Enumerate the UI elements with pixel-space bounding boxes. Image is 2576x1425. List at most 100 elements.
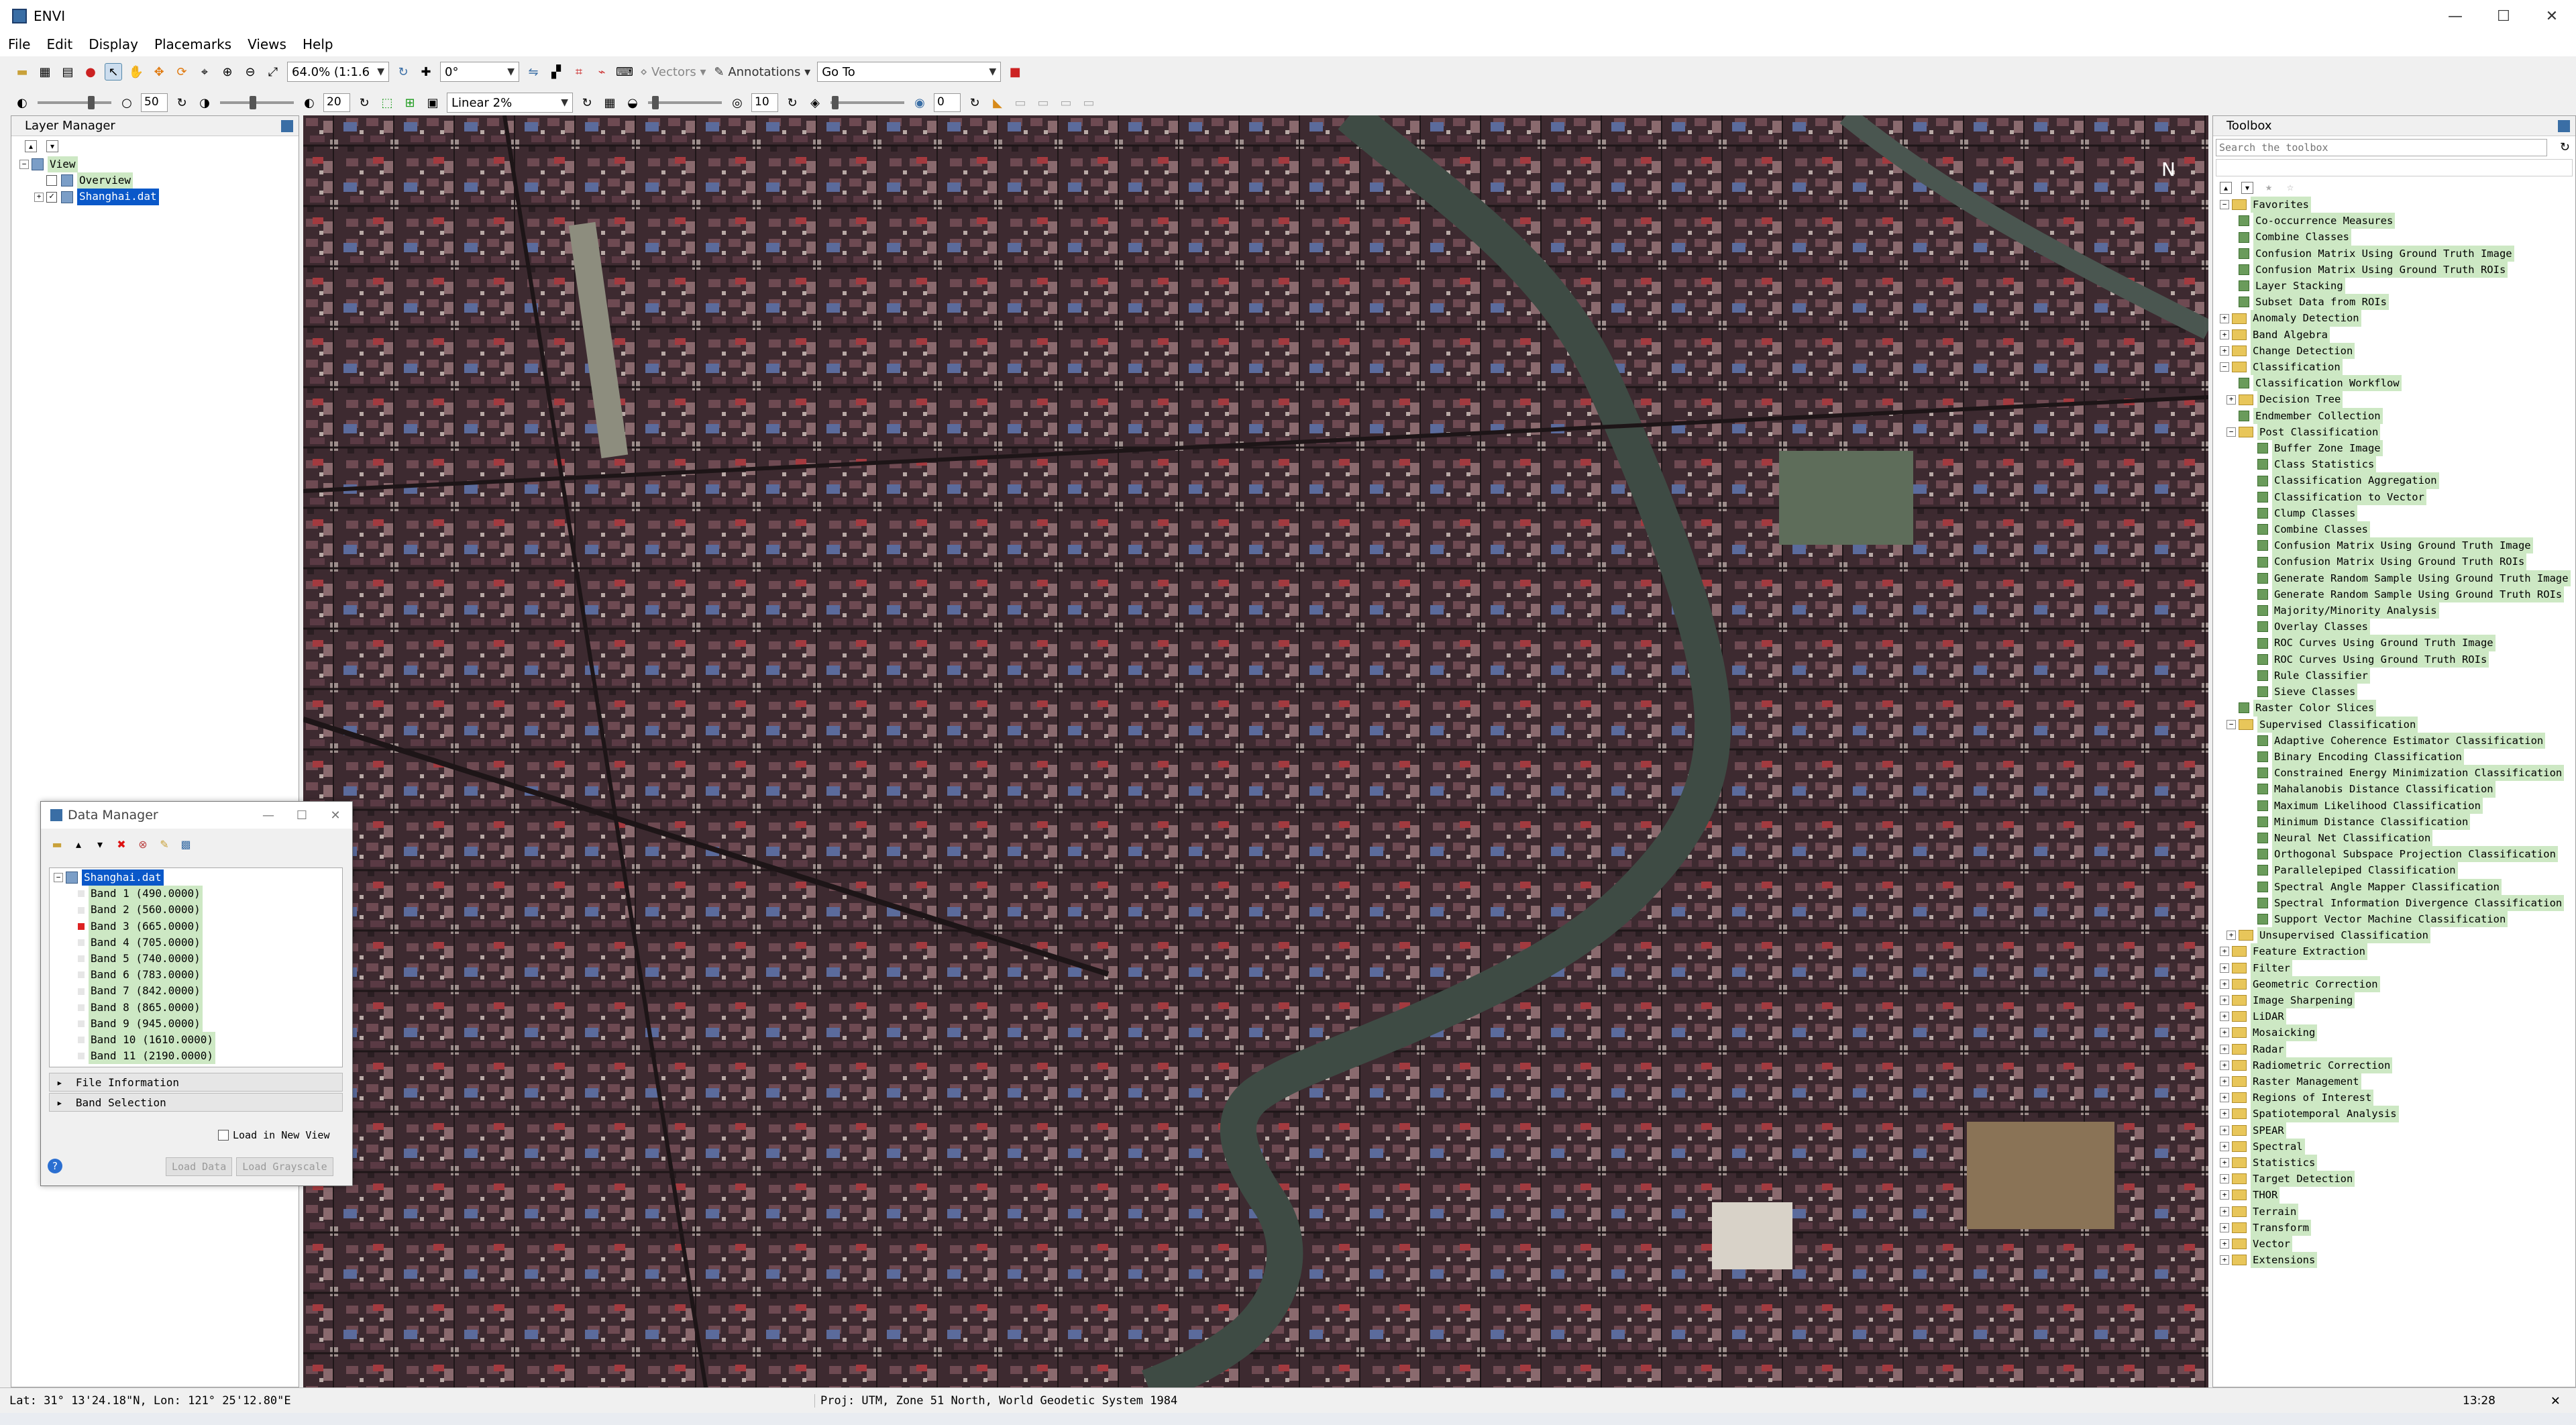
unfavorite-star-icon[interactable]: ☆ (2284, 182, 2296, 194)
toolbox-category[interactable]: + SPEAR (2220, 1122, 2575, 1139)
post-classification-item[interactable]: Combine Classes (2220, 521, 2575, 538)
open-folder-icon[interactable]: ▬ (13, 63, 31, 81)
overview-checkbox[interactable] (46, 175, 57, 187)
collapse-icon[interactable]: − (2226, 720, 2236, 729)
expand-icon[interactable]: + (2226, 931, 2236, 941)
post-classification-item[interactable]: Confusion Matrix Using Ground Truth ROIs (2220, 553, 2575, 570)
expand-icon[interactable]: + (2220, 1109, 2229, 1119)
favorite-star-icon[interactable]: ★ (2263, 182, 2275, 194)
expand-icon[interactable]: + (2220, 330, 2229, 339)
post-classification-item[interactable]: Clump Classes (2220, 505, 2575, 522)
goto-pdf-icon[interactable]: ■ (1006, 63, 1024, 81)
expand-icon[interactable]: + (2220, 1028, 2229, 1038)
post-classification-item[interactable]: Classification Aggregation (2220, 472, 2575, 489)
load-new-view-checkbox[interactable] (218, 1130, 229, 1141)
fly-icon[interactable]: ✥ (150, 63, 168, 81)
dm-minimize-button[interactable]: — (252, 802, 285, 829)
collapse-all-icon[interactable]: ▴ (25, 140, 37, 152)
band-item[interactable]: Band 5 (740.0000) (54, 951, 338, 967)
dm-expand-icon[interactable]: ▾ (93, 837, 107, 851)
blend-icon[interactable]: ▭ (1080, 94, 1097, 111)
maximize-button[interactable]: ☐ (2479, 0, 2528, 32)
expand-icon[interactable]: + (2220, 980, 2229, 989)
toolbox-category[interactable]: + Extensions (2220, 1252, 2575, 1269)
supervised-classification-item[interactable]: Neural Net Classification (2220, 829, 2575, 847)
band-item[interactable]: Band 3 (665.0000) (54, 918, 338, 935)
collapse-icon[interactable]: − (2220, 200, 2229, 210)
help-icon[interactable]: ? (48, 1159, 62, 1173)
toolbox-category[interactable]: + Geometric Correction (2220, 975, 2575, 992)
expand-icon[interactable]: + (2220, 947, 2229, 957)
raster-color-slices[interactable]: Raster Color Slices (2220, 700, 2575, 717)
band-item[interactable]: Band 2 (560.0000) (54, 902, 338, 918)
unsupervised-classification-folder[interactable]: + Unsupervised Classification (2220, 927, 2575, 944)
load-data-button[interactable]: Load Data (166, 1157, 233, 1176)
supervised-classification-item[interactable]: Minimum Distance Classification (2220, 813, 2575, 830)
expand-icon[interactable]: + (2220, 996, 2229, 1006)
transparency-value[interactable]: 0 (934, 93, 961, 112)
favorite-item[interactable]: Co-occurrence Measures (2220, 213, 2575, 229)
collapse-icon[interactable]: − (2220, 362, 2229, 372)
favorite-item[interactable]: Layer Stacking (2220, 278, 2575, 295)
layout-icon[interactable]: ▤ (59, 63, 76, 81)
dm-file-collapse-icon[interactable]: − (54, 873, 63, 883)
toolbox-category[interactable]: + Spatiotemporal Analysis (2220, 1106, 2575, 1122)
annotations-menu[interactable]: ✎ Annotations ▾ (714, 65, 811, 79)
toolbox-category[interactable]: + THOR (2220, 1187, 2575, 1204)
data-manager-icon[interactable]: ▦ (36, 63, 54, 81)
chart-icon[interactable]: ▞ (547, 63, 565, 81)
sharpen-reset-icon[interactable]: ◎ (729, 94, 746, 111)
expand-icon[interactable]: + (2220, 1093, 2229, 1103)
layer-shanghai-node[interactable]: + ✓ Shanghai.dat (19, 189, 299, 205)
expand-icon[interactable]: + (2220, 1061, 2229, 1070)
expand-icon[interactable]: + (2220, 1190, 2229, 1200)
toolbox-category[interactable]: + Statistics (2220, 1154, 2575, 1171)
stretch-settings-icon[interactable]: ▦ (601, 94, 619, 111)
dm-close-file-icon[interactable]: ✖ (115, 837, 128, 851)
image-view[interactable]: N (303, 115, 2208, 1387)
toolbox-category[interactable]: + Radiometric Correction (2220, 1057, 2575, 1073)
expand-icon[interactable]: + (2220, 1142, 2229, 1151)
favorite-item[interactable]: Combine Classes (2220, 229, 2575, 246)
collapse-icon[interactable]: − (2226, 427, 2236, 437)
rotate-cursor-icon[interactable]: ✚ (417, 63, 435, 81)
expand-icon[interactable]: + (2220, 963, 2229, 973)
expand-icon[interactable]: + (2220, 1126, 2229, 1135)
expand-icon[interactable]: + (2220, 346, 2229, 356)
placemark-icon[interactable]: ● (82, 63, 99, 81)
toolbox-pin-icon[interactable] (2558, 120, 2570, 132)
rotation-combo[interactable]: 0° ▼ (440, 62, 519, 82)
expand-icon[interactable]: + (2220, 1158, 2229, 1168)
supervised-classification-folder[interactable]: − Supervised Classification (2220, 716, 2575, 733)
portal-icon[interactable]: ▭ (1012, 94, 1029, 111)
decision-tree-folder[interactable]: + Decision Tree (2220, 391, 2575, 408)
refresh-icon[interactable]: ↻ (173, 94, 191, 111)
layer-view-node[interactable]: − View (19, 156, 299, 173)
zoom-in-icon[interactable]: ⊕ (219, 63, 236, 81)
stretch-refresh-icon[interactable]: ↻ (578, 94, 596, 111)
layer-overview-node[interactable]: Overview (19, 172, 299, 189)
status-close-icon[interactable]: ✕ (2551, 1392, 2560, 1409)
measure-icon[interactable]: ◣ (989, 94, 1006, 111)
zoom-fit-icon[interactable]: ⤢ (264, 63, 282, 81)
collapse-icon[interactable]: − (19, 160, 29, 170)
sharpen-value[interactable]: 10 (751, 93, 778, 112)
dm-close-all-icon[interactable]: ⊗ (136, 837, 150, 851)
contrast-refresh-icon[interactable]: ↻ (356, 94, 373, 111)
expand-icon[interactable]: + (2220, 1045, 2229, 1054)
toolbox-category[interactable]: + Band Algebra (2220, 326, 2575, 343)
expand-icon[interactable]: + (2220, 1207, 2229, 1216)
brightness-value[interactable]: 50 (141, 93, 168, 112)
supervised-classification-item[interactable]: Constrained Energy Minimization Classifi… (2220, 765, 2575, 782)
post-classification-item[interactable]: Buffer Zone Image (2220, 440, 2575, 457)
keyboard-icon[interactable]: ⌨ (616, 63, 633, 81)
favorite-item[interactable]: Subset Data from ROIs (2220, 294, 2575, 311)
expand-icon[interactable]: + (2220, 1223, 2229, 1232)
expand-icon[interactable]: + (2220, 1255, 2229, 1265)
endmember-collection[interactable]: Endmember Collection (2220, 407, 2575, 424)
post-classification-folder[interactable]: − Post Classification (2220, 423, 2575, 441)
supervised-classification-item[interactable]: Parallelepiped Classification (2220, 862, 2575, 879)
supervised-classification-item[interactable]: Mahalanobis Distance Classification (2220, 781, 2575, 798)
transparency-reset-icon[interactable]: ◉ (911, 94, 928, 111)
expand-icon[interactable]: + (2220, 313, 2229, 323)
